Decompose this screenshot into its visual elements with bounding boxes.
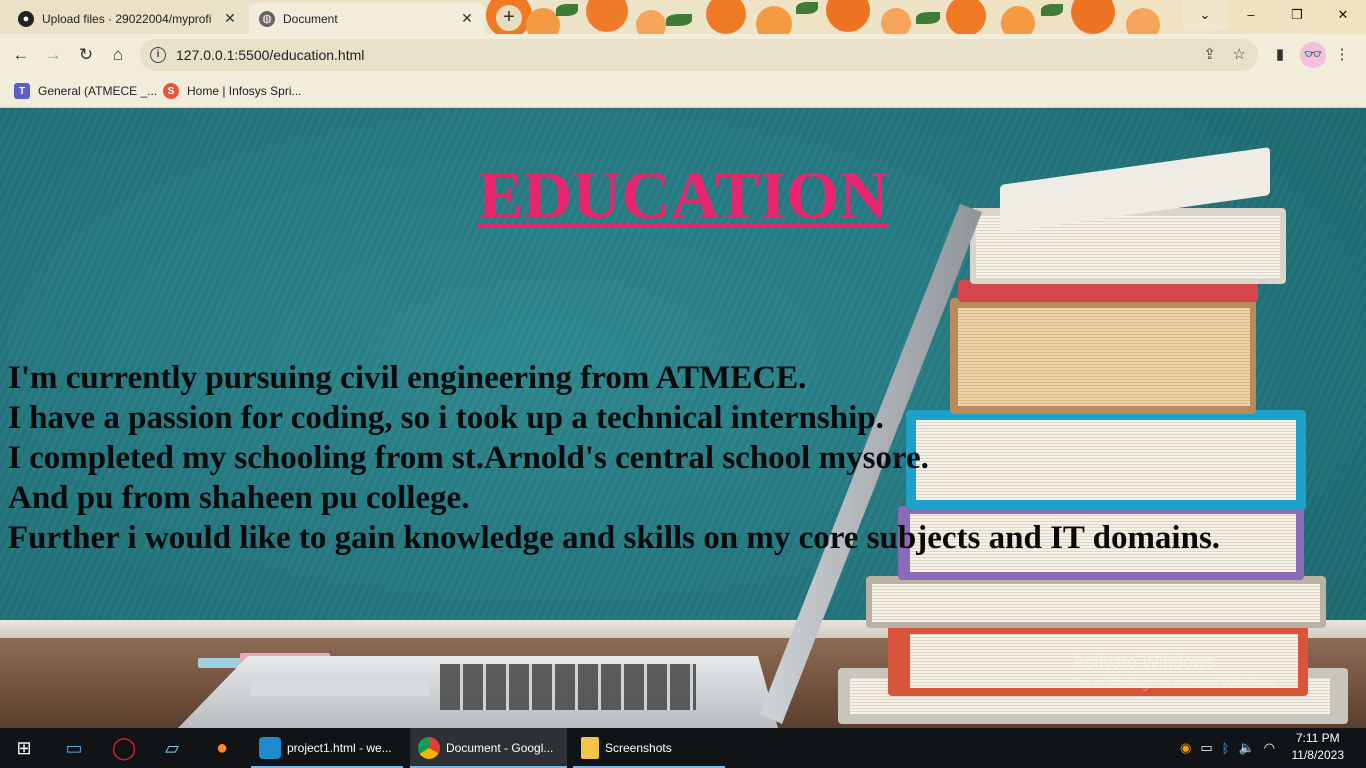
bookmark-label: General (ATMECE _... [38, 84, 158, 98]
bookmark-general-atmece[interactable]: T General (ATMECE _... [14, 83, 157, 99]
teams-icon: T [14, 83, 30, 99]
bookmarks-bar: T General (ATMECE _... S Home | Infosys … [0, 76, 1366, 108]
activate-windows-title: Activate Windows [1073, 652, 1216, 672]
chrome-icon [418, 737, 440, 759]
clock-date: 11/8/2023 [1291, 748, 1345, 762]
site-info-icon[interactable]: i [150, 47, 166, 63]
wifi-icon[interactable]: ◠ [1264, 740, 1275, 756]
github-icon: ● [18, 10, 34, 27]
paragraph-line: And pu from shaheen pu college. [8, 480, 470, 516]
tab-document[interactable]: ◍ Document ✕ [249, 3, 485, 34]
folder-icon [581, 737, 599, 759]
browser-toolbar: ← → ↻ ⌂ i 127.0.0.1:5500/education.html … [0, 34, 1366, 76]
notepad-icon[interactable]: ▱ [148, 728, 196, 768]
bookmark-star-icon[interactable]: ☆ [1233, 39, 1246, 71]
paragraph-line: I'm currently pursuing civil engineering… [8, 360, 807, 396]
theme-floral-decoration [486, 0, 1186, 34]
restore-button[interactable]: ❐ [1274, 0, 1320, 30]
minimize-button[interactable]: – [1228, 0, 1274, 30]
activate-windows-subtitle: Go to Settings to activate Windows. [1073, 676, 1279, 691]
infosys-icon: S [163, 83, 179, 99]
bluetooth-icon[interactable]: ᛒ [1222, 741, 1230, 756]
taskbar-app-label: Document - Googl... [446, 741, 554, 755]
tab-strip: ● Upload files · 29022004/myprofi ✕ ◍ Do… [0, 0, 1366, 34]
url-text[interactable]: 127.0.0.1:5500/education.html [176, 47, 364, 63]
share-icon[interactable]: ⇪ [1203, 39, 1216, 71]
close-tab-icon[interactable]: ✕ [222, 10, 238, 27]
new-tab-button[interactable]: + [496, 5, 522, 31]
taskbar-app-chrome[interactable]: Document - Googl... [410, 728, 567, 768]
forward-arrow-icon[interactable]: → [40, 42, 66, 68]
back-arrow-icon[interactable]: ← [8, 42, 34, 68]
taskbar-app-screenshots[interactable]: Screenshots [573, 728, 725, 768]
profile-avatar-icon[interactable]: 👓 [1300, 42, 1326, 68]
side-panel-icon[interactable]: ▮ [1268, 42, 1292, 68]
paragraph-line: Further i would like to gain knowledge a… [8, 520, 1221, 556]
education-paragraph: I'm currently pursuing civil engineering… [8, 358, 1348, 558]
globe-icon: ◍ [259, 10, 275, 27]
taskbar-app-vscode[interactable]: project1.html - we... [251, 728, 403, 768]
close-tab-icon[interactable]: ✕ [459, 10, 475, 27]
vscode-icon [259, 737, 281, 759]
paragraph-line: I have a passion for coding, so i took u… [8, 400, 884, 436]
volume-icon[interactable]: 🔈 [1238, 740, 1254, 756]
address-bar[interactable]: i 127.0.0.1:5500/education.html ⇪ ☆ [140, 39, 1258, 71]
page-heading: EDUCATION [477, 157, 889, 233]
taskbar-app-label: project1.html - we... [287, 741, 392, 755]
taskbar-clock[interactable]: 7:11 PM 11/8/2023 [1292, 730, 1345, 764]
paragraph-line: I completed my schooling from st.Arnold'… [8, 440, 929, 476]
windows-taskbar: ⊞ ▭ ◯ ▱ ● project1.html - we... Document… [0, 728, 1366, 768]
task-view-icon[interactable]: ▭ [50, 728, 98, 768]
bookmark-label: Home | Infosys Spri... [187, 84, 302, 98]
laptop-trackpad-image [250, 676, 430, 696]
notification-alert-icon[interactable]: ◉ [1180, 740, 1191, 756]
battery-icon[interactable]: ▭ [1200, 740, 1212, 756]
clock-time: 7:11 PM [1295, 731, 1340, 745]
tab-search-button[interactable]: ⌄ [1182, 0, 1228, 30]
tab-upload-files[interactable]: ● Upload files · 29022004/myprofi ✕ [8, 3, 248, 34]
opera-icon[interactable]: ◯ [100, 728, 148, 768]
chalk-piece [198, 658, 242, 668]
menu-kebab-icon[interactable]: ⋮ [1332, 42, 1352, 68]
book-pages [872, 584, 1320, 622]
tab-title: Upload files · 29022004/myprofi [42, 11, 212, 26]
firefox-icon[interactable]: ● [198, 728, 246, 768]
reload-icon[interactable]: ↻ [73, 42, 99, 68]
tab-title: Document [283, 11, 338, 26]
laptop-keyboard-image [440, 664, 696, 710]
taskbar-app-label: Screenshots [605, 741, 672, 755]
system-tray: ◉ ▭ ᛒ 🔈 ◠ [1180, 728, 1275, 768]
page-viewport: EDUCATION I'm currently pursuing civil e… [0, 108, 1366, 728]
bookmark-infosys[interactable]: S Home | Infosys Spri... [163, 83, 302, 99]
windows-start-icon[interactable]: ⊞ [0, 728, 48, 768]
close-window-button[interactable]: ✕ [1320, 0, 1366, 30]
home-icon[interactable]: ⌂ [105, 42, 131, 68]
